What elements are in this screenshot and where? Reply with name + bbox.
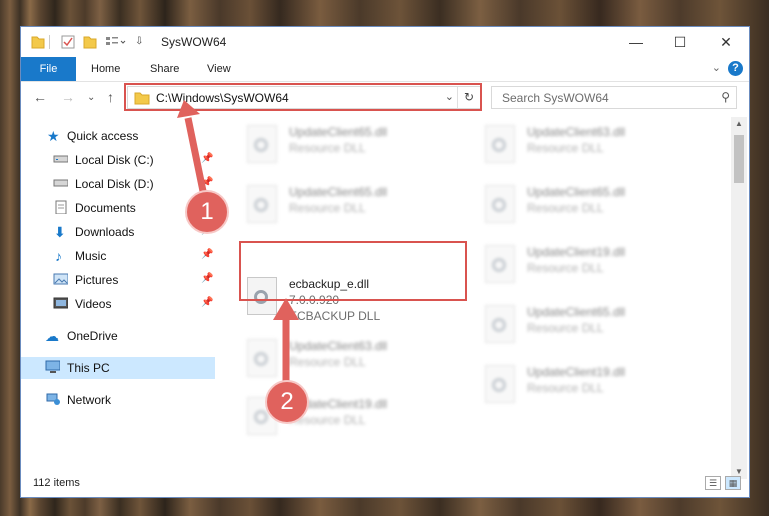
callout-1: 1 bbox=[185, 190, 229, 234]
arrow-1-head bbox=[177, 100, 200, 118]
annotation-arrows bbox=[177, 100, 299, 382]
callout-2: 2 bbox=[265, 380, 309, 424]
arrow-2-head bbox=[273, 298, 299, 320]
arrow-1-shaft bbox=[184, 117, 208, 197]
